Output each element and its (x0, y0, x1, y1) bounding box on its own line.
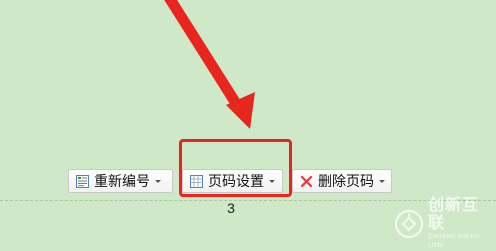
watermark-subtext: CHUANG XIN HU LIAN (428, 234, 480, 249)
chevron-down-icon[interactable] (155, 179, 161, 183)
delete-page-number-label: 删除页码 (318, 173, 374, 189)
watermark-logo-icon (394, 209, 424, 239)
document-page: 重新编号 页码设置 删除页码 3 创新互联 CHUANG XIN HU LIAN (0, 0, 496, 249)
renumber-button[interactable]: 重新编号 (68, 169, 173, 193)
watermark: 创新互联 CHUANG XIN HU LIAN (394, 197, 494, 249)
chevron-down-icon[interactable] (379, 179, 385, 183)
renumber-icon (75, 174, 90, 189)
renumber-label: 重新编号 (94, 173, 150, 189)
delete-x-icon (299, 174, 314, 189)
page-number: 3 (227, 200, 235, 216)
highlight-box (179, 139, 292, 197)
delete-page-number-button[interactable]: 删除页码 (292, 169, 392, 193)
watermark-text: 创新互联 (428, 197, 480, 232)
